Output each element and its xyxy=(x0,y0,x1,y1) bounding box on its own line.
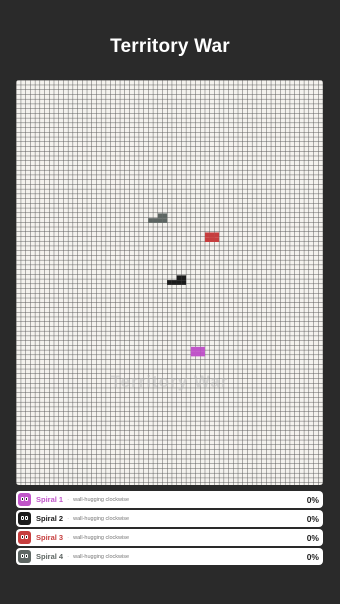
player-name: Spiral 1 xyxy=(36,495,64,504)
territory-cell xyxy=(204,232,210,238)
player-percent: 0% xyxy=(306,551,319,562)
territory-cell xyxy=(157,213,163,219)
player-row-4: Spiral 4 · wall-hugging clockwise 0% xyxy=(16,548,323,565)
separator: · xyxy=(67,515,70,522)
player-strategy: wall-hugging clockwise xyxy=(73,496,130,503)
separator: · xyxy=(67,496,70,503)
player-list: Spiral 1 · wall-hugging clockwise 0% Spi… xyxy=(16,491,323,567)
player-avatar-icon xyxy=(18,531,31,544)
player-percent: 0% xyxy=(306,494,319,505)
territory-cell xyxy=(214,232,220,238)
player-name: Spiral 2 xyxy=(36,514,64,523)
player-row-2: Spiral 2 · wall-hugging clockwise 0% xyxy=(16,510,323,527)
territory-cell xyxy=(200,351,205,357)
player-name: Spiral 4 xyxy=(36,552,64,561)
territory-cell xyxy=(190,346,196,352)
territory-layer xyxy=(148,213,220,357)
player-avatar-icon xyxy=(18,550,31,563)
game-board[interactable]: Territory War xyxy=(16,80,323,485)
board-watermark: Territory War xyxy=(110,372,229,391)
player-strategy: wall-hugging clockwise xyxy=(73,534,130,541)
territory-cell xyxy=(176,280,182,285)
territory-cell xyxy=(204,237,210,242)
player-strategy: wall-hugging clockwise xyxy=(73,515,130,522)
territory-cell xyxy=(209,232,215,238)
territory-cell xyxy=(148,218,153,223)
territory-cell xyxy=(176,275,182,281)
player-percent: 0% xyxy=(306,532,319,543)
player-avatar-icon xyxy=(18,493,31,506)
player-avatar-icon xyxy=(18,512,31,525)
territory-cell xyxy=(190,351,196,357)
territory-cell xyxy=(200,346,205,352)
player-name: Spiral 3 xyxy=(36,533,64,542)
territory-cell xyxy=(214,237,220,242)
territory-cell xyxy=(195,346,201,352)
player-percent: 0% xyxy=(306,513,319,524)
territory-cell xyxy=(181,275,187,281)
territory-cell xyxy=(162,213,168,219)
territory-cell xyxy=(162,218,168,223)
separator: · xyxy=(67,534,70,541)
separator: · xyxy=(67,553,70,560)
territory-cell xyxy=(195,351,201,357)
page-title: Territory War xyxy=(110,36,230,57)
territory-cell xyxy=(209,237,215,242)
territory-cell xyxy=(157,218,163,223)
territory-cell xyxy=(167,280,172,285)
player-row-1: Spiral 1 · wall-hugging clockwise 0% xyxy=(16,491,323,508)
player-row-3: Spiral 3 · wall-hugging clockwise 0% xyxy=(16,529,323,546)
territory-cell xyxy=(171,280,177,285)
player-strategy: wall-hugging clockwise xyxy=(73,553,130,560)
territory-cell xyxy=(181,280,187,285)
territory-cell xyxy=(152,218,158,223)
